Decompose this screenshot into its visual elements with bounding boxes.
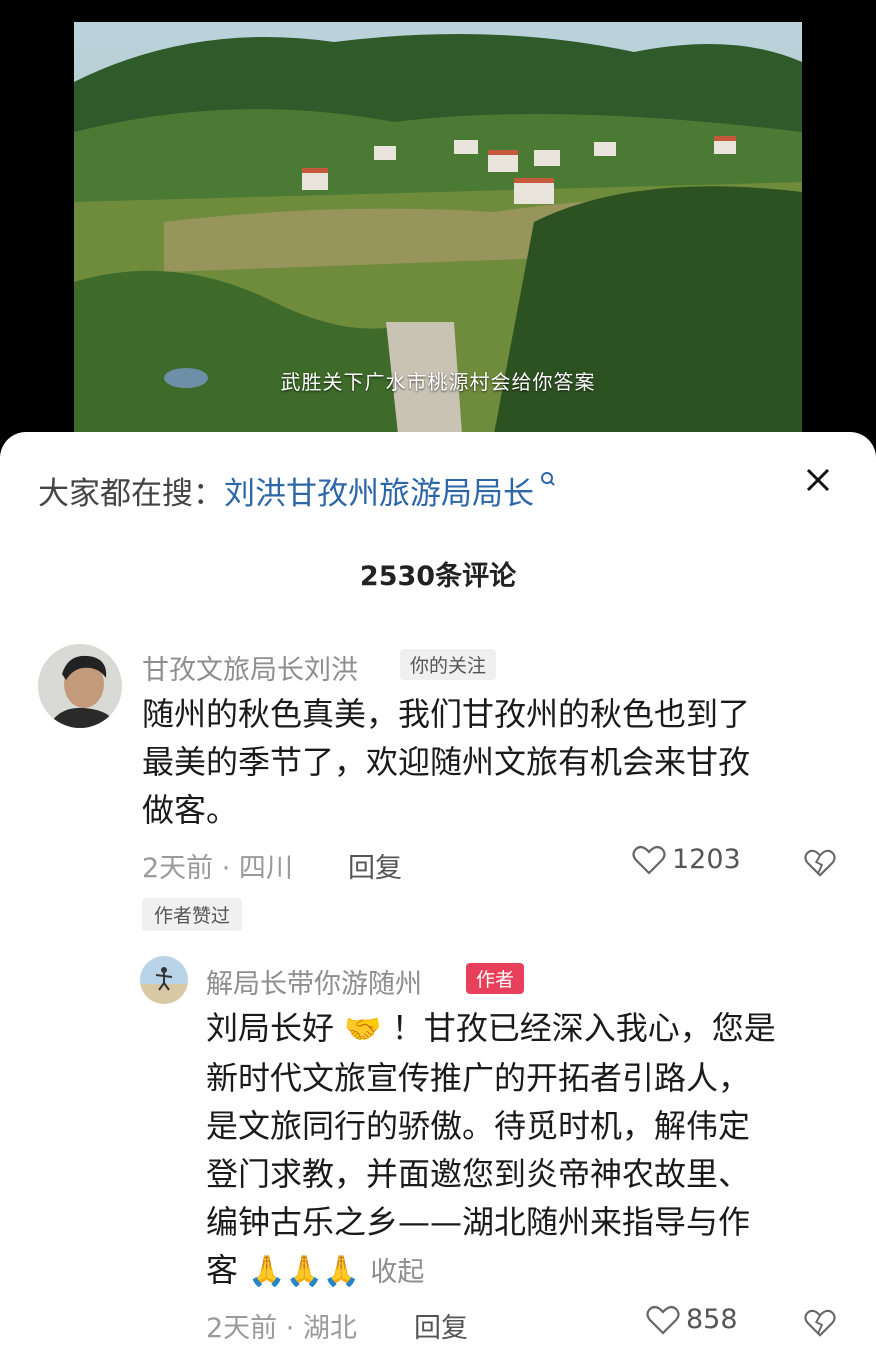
like-count: 1203: [672, 844, 741, 875]
avatar-photo: [140, 956, 188, 1004]
reply-text[interactable]: 刘局长好 🤝 ！甘孜已经深入我心，您是 新时代文旅宣传推广的开拓者引路人， 是文…: [206, 1004, 846, 1297]
reply-line: 新时代文旅宣传推广的开拓者引路人，: [206, 1059, 751, 1097]
comment-line: 最美的季节了，欢迎随州文旅有机会来甘孜: [142, 743, 751, 781]
comment-username[interactable]: 甘孜文旅局长刘洪: [142, 648, 358, 687]
broken-heart-icon[interactable]: [804, 848, 836, 878]
comment-text[interactable]: 随州的秋色真美，我们甘孜州的秋色也到了 最美的季节了，欢迎随州文旅有机会来甘孜 …: [142, 690, 842, 834]
reply-button[interactable]: 回复: [348, 846, 402, 885]
video-subtitle: 武胜关下广水市桃源村会给你答案: [280, 370, 596, 394]
comment-line: 做客。: [142, 791, 239, 829]
comment-line: 随州的秋色真美，我们甘孜州的秋色也到了: [142, 695, 751, 733]
search-suggestion[interactable]: 大家都在搜： 刘洪甘孜州旅游局局长: [38, 468, 558, 513]
avatar[interactable]: [140, 956, 188, 1004]
like-button[interactable]: 1203: [632, 844, 741, 875]
reply-line: 客 🙏🙏🙏 收起: [206, 1246, 846, 1297]
broken-heart-icon[interactable]: [804, 1308, 836, 1338]
reply-button[interactable]: 回复: [414, 1306, 468, 1345]
reply-line: 是文旅同行的骄傲。待觅时机，解伟定: [206, 1107, 751, 1145]
reply-line: 刘局长好 🤝 ！甘孜已经深入我心，您是: [206, 1004, 846, 1054]
author-badge: 作者: [466, 963, 525, 994]
like-button[interactable]: 858: [646, 1304, 738, 1335]
reply-line-text: 刘局长好: [206, 1009, 335, 1047]
comment-sheet: 大家都在搜： 刘洪甘孜州旅游局局长 2530条评论 甘孜文旅局长刘洪 你的关注 …: [0, 432, 876, 1362]
heart-icon: [632, 845, 666, 875]
heart-icon: [646, 1305, 680, 1335]
like-count: 858: [686, 1304, 738, 1335]
comment-count: 2530条评论: [359, 561, 517, 592]
close-icon[interactable]: [800, 462, 836, 498]
reply-line-text: ！甘孜已经深入我心，您是: [391, 1009, 776, 1047]
following-badge: 你的关注: [400, 649, 497, 680]
reply-meta: 2天前 · 湖北: [206, 1313, 357, 1344]
handshake-icon: 🤝: [344, 1012, 382, 1047]
reply-line: 登门求教，并面邀您到炎帝神农故里、: [206, 1155, 751, 1193]
collapse-button[interactable]: 收起: [370, 1257, 424, 1288]
author-liked-badge: 作者赞过: [142, 898, 243, 931]
avatar-photo: [38, 644, 122, 728]
search-term-link[interactable]: 刘洪甘孜州旅游局局长: [224, 468, 534, 513]
search-icon: [541, 472, 555, 486]
comment-meta: 2天前 · 四川: [142, 853, 293, 884]
video-player[interactable]: 武胜关下广水市桃源村会给你答案: [0, 0, 876, 470]
search-prefix-label: 大家都在搜：: [38, 476, 224, 512]
reply-line: 编钟古乐之乡——湖北随州来指导与作: [206, 1203, 751, 1241]
reply-line-text: 客: [206, 1251, 239, 1289]
praying-hands-icon: 🙏🙏🙏: [248, 1254, 361, 1289]
avatar[interactable]: [38, 644, 122, 728]
reply-username[interactable]: 解局长带你游随州: [206, 962, 422, 1001]
